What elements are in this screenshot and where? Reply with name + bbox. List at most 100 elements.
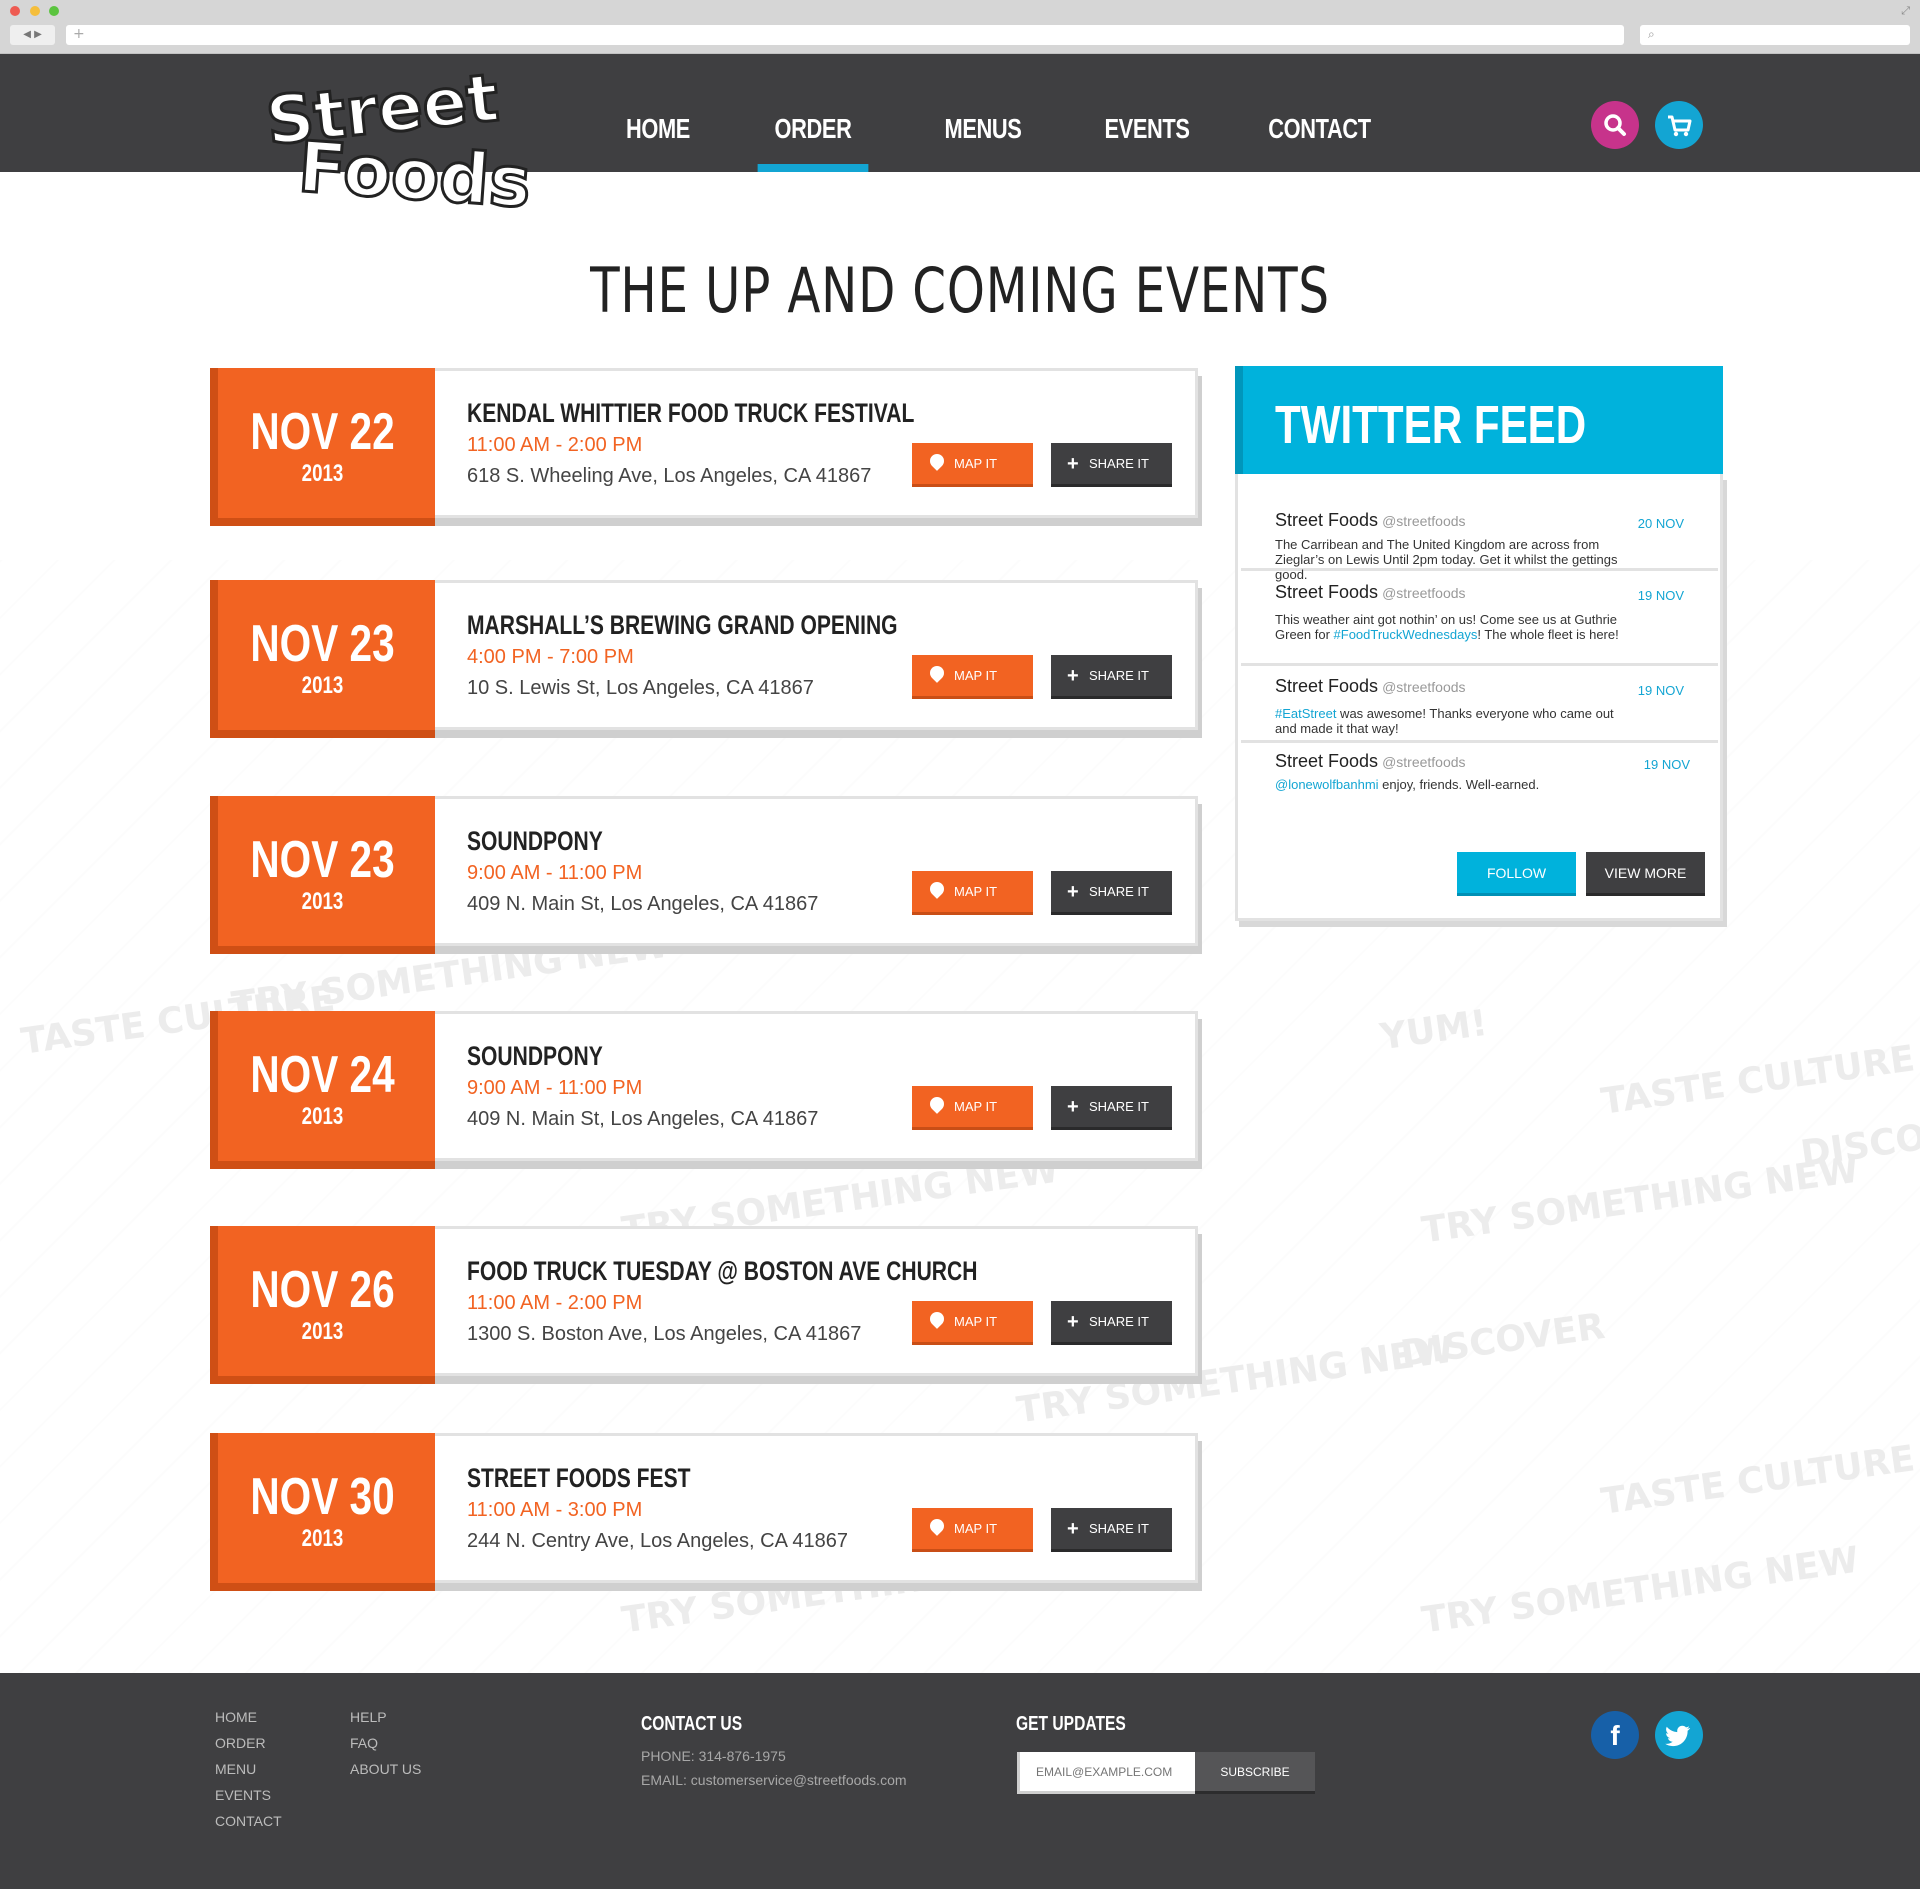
tweet[interactable]: Street Foods @streetfoods 19 NOV #EatStre…: [1241, 666, 1718, 743]
contact-phone: PHONE: 314-876-1975: [641, 1748, 786, 1764]
share-it-label: SHARE IT: [1089, 1314, 1149, 1329]
close-window-dot[interactable]: [10, 6, 20, 16]
site-footer: [0, 1673, 1920, 1889]
page-title: THE UP AND COMING EVENTS: [590, 254, 1330, 327]
map-it-button[interactable]: MAP IT: [912, 443, 1033, 487]
new-tab-icon[interactable]: +: [73, 26, 85, 42]
event-card: NOV 30 2013 STREET FOODS FEST 11:00 AM -…: [210, 1433, 1202, 1591]
tweet-date: 19 NOV: [1637, 588, 1684, 603]
footer-link-order[interactable]: ORDER: [215, 1735, 266, 1751]
subscribe-button[interactable]: SUBSCRIBE: [1195, 1752, 1315, 1794]
share-it-button[interactable]: + SHARE IT: [1051, 1086, 1172, 1130]
email-input[interactable]: [1017, 1752, 1195, 1794]
share-it-button[interactable]: + SHARE IT: [1051, 655, 1172, 699]
fullscreen-icon[interactable]: ⤢: [1901, 4, 1910, 18]
share-it-button[interactable]: + SHARE IT: [1051, 1508, 1172, 1552]
address-bar[interactable]: +: [66, 25, 1624, 45]
event-card: NOV 22 2013 KENDAL WHITTIER FOOD TRUCK F…: [210, 368, 1202, 526]
event-title: FOOD TRUCK TUESDAY @ BOSTON AVE CHURCH: [467, 1256, 978, 1286]
footer-link-faq[interactable]: FAQ: [350, 1735, 378, 1751]
event-time: 9:00 AM - 11:00 PM: [467, 1077, 643, 1099]
plus-icon: +: [1067, 665, 1079, 687]
street-foods-logo[interactable]: Street Foods: [258, 68, 548, 248]
tweet[interactable]: Street Foods @streetfoods 19 NOV This wea…: [1241, 571, 1718, 666]
event-card: NOV 23 2013 MARSHALL’S BREWING GRAND OPE…: [210, 580, 1202, 738]
plus-icon: +: [1067, 453, 1079, 475]
event-date-box: NOV 24 2013: [210, 1011, 435, 1169]
tweet-date: 19 NOV: [1643, 757, 1690, 772]
share-it-button[interactable]: + SHARE IT: [1051, 871, 1172, 915]
nav-order[interactable]: ORDER: [757, 54, 869, 172]
tweet-handle[interactable]: @streetfoods: [1382, 754, 1465, 770]
share-it-label: SHARE IT: [1089, 1099, 1149, 1114]
tweet-user: Street Foods: [1275, 676, 1379, 696]
tweet[interactable]: Street Foods @streetfoods 19 NOV @lonewol…: [1241, 743, 1718, 805]
event-year: 2013: [301, 1318, 344, 1345]
mention-link[interactable]: @lonewolfbanhmi: [1275, 777, 1379, 792]
footer-link-home[interactable]: HOME: [215, 1709, 257, 1725]
tweet-handle[interactable]: @streetfoods: [1382, 513, 1465, 529]
view-more-button[interactable]: VIEW MORE: [1586, 852, 1705, 896]
nav-menus[interactable]: MENUS: [940, 54, 1026, 172]
map-it-button[interactable]: MAP IT: [912, 1301, 1033, 1345]
footer-link-menu[interactable]: MENU: [215, 1761, 256, 1777]
event-date: NOV 30: [250, 1468, 395, 1526]
twitter-feed: TWITTER FEED Street Foods @streetfoods 20…: [1235, 366, 1723, 921]
share-it-label: SHARE IT: [1089, 1521, 1149, 1536]
map-it-button[interactable]: MAP IT: [912, 655, 1033, 699]
contact-email[interactable]: EMAIL: customerservice@streetfoods.com: [641, 1772, 907, 1788]
nav-contact[interactable]: CONTACT: [1268, 54, 1371, 172]
browser-search-bar[interactable]: ⌕: [1640, 25, 1910, 45]
twitter-feed-header: TWITTER FEED: [1235, 366, 1723, 474]
map-it-button[interactable]: MAP IT: [912, 871, 1033, 915]
event-date-box: NOV 22 2013: [210, 368, 435, 526]
event-address: 244 N. Centry Ave, Los Angeles, CA 41867: [467, 1530, 848, 1552]
share-it-button[interactable]: + SHARE IT: [1051, 443, 1172, 487]
twitter-button[interactable]: [1655, 1711, 1703, 1759]
plus-icon: +: [1067, 1518, 1079, 1540]
hashtag-link[interactable]: #FoodTruckWednesdays: [1334, 627, 1478, 642]
map-it-label: MAP IT: [954, 456, 998, 471]
map-pin-icon: [927, 1309, 947, 1329]
cart-button[interactable]: [1655, 101, 1703, 149]
event-time: 4:00 PM - 7:00 PM: [467, 646, 634, 668]
tweet-handle[interactable]: @streetfoods: [1382, 585, 1465, 601]
hashtag-link[interactable]: #EatStreet: [1275, 706, 1336, 721]
bg-word: TRY SOMETHING NEW: [1419, 1149, 1862, 1252]
map-it-label: MAP IT: [954, 668, 998, 683]
share-it-button[interactable]: + SHARE IT: [1051, 1301, 1172, 1345]
map-pin-icon: [927, 451, 947, 471]
tweet-handle[interactable]: @streetfoods: [1382, 679, 1465, 695]
tweet-user: Street Foods: [1275, 751, 1379, 771]
event-date-box: NOV 30 2013: [210, 1433, 435, 1591]
footer-link-about[interactable]: ABOUT US: [350, 1761, 421, 1777]
follow-button[interactable]: FOLLOW: [1457, 852, 1576, 896]
maximize-window-dot[interactable]: [49, 6, 59, 16]
nav-home[interactable]: HOME: [617, 54, 698, 172]
footer-link-help[interactable]: HELP: [350, 1709, 387, 1725]
nav-events[interactable]: EVENTS: [1103, 54, 1192, 172]
back-forward-buttons[interactable]: ◀ ▶: [10, 25, 55, 45]
tweet[interactable]: Street Foods @streetfoods 20 NOV The Carr…: [1241, 474, 1718, 582]
minimize-window-dot[interactable]: [30, 6, 40, 16]
event-title: STREET FOODS FEST: [467, 1463, 691, 1493]
map-it-label: MAP IT: [954, 1314, 998, 1329]
search-button[interactable]: [1591, 101, 1639, 149]
event-title: KENDAL WHITTIER FOOD TRUCK FESTIVAL: [467, 398, 915, 428]
twitter-icon: [1665, 1725, 1691, 1747]
facebook-icon[interactable]: f: [1591, 1711, 1639, 1759]
event-time: 11:00 AM - 2:00 PM: [467, 434, 643, 456]
bg-word: YUM!: [1377, 1002, 1490, 1059]
event-card: NOV 24 2013 SOUNDPONY 9:00 AM - 11:00 PM…: [210, 1011, 1202, 1169]
event-date-box: NOV 23 2013: [210, 580, 435, 738]
footer-link-events[interactable]: EVENTS: [215, 1787, 271, 1803]
event-address: 409 N. Main St, Los Angeles, CA 41867: [467, 893, 819, 915]
event-title: MARSHALL’S BREWING GRAND OPENING: [467, 610, 898, 640]
map-it-button[interactable]: MAP IT: [912, 1508, 1033, 1552]
map-pin-icon: [927, 1094, 947, 1114]
twitter-feed-title: TWITTER FEED: [1275, 395, 1587, 455]
map-it-button[interactable]: MAP IT: [912, 1086, 1033, 1130]
share-it-label: SHARE IT: [1089, 668, 1149, 683]
event-year: 2013: [301, 888, 344, 915]
footer-link-contact[interactable]: CONTACT: [215, 1813, 282, 1829]
